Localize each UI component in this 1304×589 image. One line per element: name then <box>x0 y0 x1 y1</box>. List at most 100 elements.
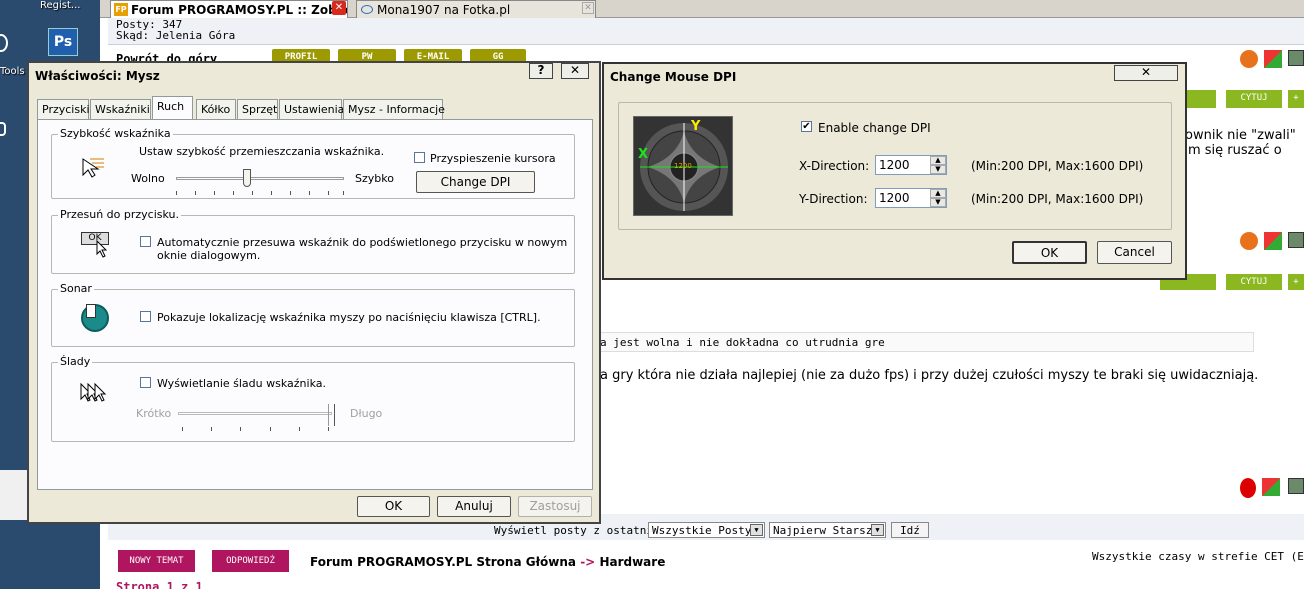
mouse-dpi-image: Y X 1200 <box>633 116 733 216</box>
tab-fotka-label: Mona1907 na Fotka.pl <box>377 3 511 17</box>
firefox-icon-2 <box>1240 232 1258 250</box>
dpi-ok-button[interactable]: OK <box>1012 241 1087 264</box>
monitor-icon-2 <box>1288 232 1304 248</box>
breadcrumb-separator: -> <box>580 555 596 569</box>
posts-order-select[interactable]: Najpierw Starsze ▼ <box>769 522 886 538</box>
plus-icon[interactable]: + <box>1288 90 1304 108</box>
photoshop-icon[interactable]: Ps <box>48 28 78 56</box>
browser-tab-forum[interactable]: FP Forum PROGRAMOSY.PL :: Zobacz... <box>110 0 348 18</box>
sonar-icon <box>81 304 109 332</box>
post-snippet-1: rownik nie "zwali" <box>1180 128 1296 143</box>
spin-up-icon[interactable]: ▲ <box>930 189 946 198</box>
speed-slider-track[interactable] <box>176 177 344 180</box>
apply-button[interactable]: Zastosuj <box>518 496 592 517</box>
trails-slider-thumb[interactable] <box>328 404 335 426</box>
desktop-tools-label[interactable]: Tools <box>0 66 25 77</box>
new-topic-button[interactable]: NOWY TEMAT <box>118 550 195 572</box>
sonar-group: Sonar Pokazuje lokalizację wskaźnika mys… <box>51 282 575 347</box>
posts-order-value: Najpierw Starsze <box>773 524 879 537</box>
quote-text: a jest wolna i nie dokładna co utrudnia … <box>600 336 885 349</box>
spin-up-icon[interactable]: ▲ <box>930 156 946 165</box>
post-snippet-2: am się ruszać o <box>1180 143 1282 158</box>
tab-close-icon-2[interactable]: ✕ <box>582 2 594 14</box>
cursor-icon <box>96 239 108 258</box>
tab-settings[interactable]: Ustawienia <box>279 99 344 119</box>
posts-range-select[interactable]: Wszystkie Posty ▼ <box>648 522 765 538</box>
x-axis-label: X <box>638 147 649 162</box>
desktop-app-icon-2[interactable] <box>0 122 6 136</box>
dpi-dialog-title: Change Mouse DPI <box>610 70 737 84</box>
tab-buttons[interactable]: Przyciski <box>37 99 90 119</box>
sonar-checkbox[interactable] <box>140 311 151 322</box>
tab-close-icon[interactable]: ✕ <box>332 1 346 15</box>
quote-button-2[interactable]: CYTUJ <box>1226 274 1282 290</box>
trails-short-label: Krótko <box>136 407 172 420</box>
center-dpi-label: 1200 <box>674 162 692 170</box>
mouse-dialog-title: Właściwości: Mysz <box>35 69 160 83</box>
y-axis-label: Y <box>691 119 701 134</box>
plus-icon-2[interactable]: + <box>1288 274 1304 290</box>
quote-button-1[interactable]: CYTUJ <box>1226 90 1282 108</box>
spin-down-icon[interactable]: ▼ <box>930 165 946 174</box>
monitor-icon <box>1288 50 1304 66</box>
desktop-app-icon[interactable] <box>0 34 8 52</box>
speed-slider-thumb[interactable] <box>243 169 251 187</box>
y-dpi-input[interactable]: 1200 ▲ ▼ <box>875 188 947 208</box>
snap-text-1: Automatycznie przesuwa wskaźnik do podśw… <box>157 236 568 249</box>
trails-group: Ślady Wyświetlanie śladu wskaźnika. Krót… <box>51 355 575 442</box>
desktop-icon-label[interactable]: Regist... <box>40 0 80 11</box>
x-direction-label: X-Direction: <box>799 159 870 173</box>
y-dpi-range: (Min:200 DPI, Max:1600 DPI) <box>971 192 1144 206</box>
x-dpi-range: (Min:200 DPI, Max:1600 DPI) <box>971 159 1144 173</box>
go-button[interactable]: Idź <box>891 522 929 538</box>
windows-icon-3 <box>1262 478 1280 496</box>
reply-button[interactable]: ODPOWIEDŹ <box>212 550 289 572</box>
x-dpi-value: 1200 <box>879 158 910 172</box>
x-dpi-input[interactable]: 1200 ▲ ▼ <box>875 155 947 175</box>
cancel-button[interactable]: Anuluj <box>437 496 511 517</box>
mouse-dialog-titlebar[interactable]: Właściwości: Mysz <box>29 63 599 89</box>
trails-slider-track[interactable] <box>178 412 332 415</box>
sonar-group-label: Sonar <box>58 282 94 295</box>
speed-description: Ustaw szybkość przemieszczania wskaźnika… <box>139 145 385 158</box>
speed-group: Szybkość wskaźnika Ustaw szybkość przemi… <box>51 127 575 199</box>
accel-checkbox[interactable] <box>414 152 425 163</box>
browser-tab-fotka[interactable]: Mona1907 na Fotka.pl <box>356 0 596 18</box>
tab-strip: Przyciski Wskaźniki Ruch Kółko Sprzęt Us… <box>37 96 597 121</box>
tab-mouse-info[interactable]: Mysz - Informacje <box>343 99 445 119</box>
trails-long-label: Długo <box>350 407 383 420</box>
close-button[interactable]: ✕ <box>1114 65 1178 81</box>
timezone-info: Wszystkie czasy w strefie CET (Europa <box>1092 550 1304 563</box>
dpi-dialog-titlebar[interactable]: Change Mouse DPI <box>604 64 1185 90</box>
speed-group-label: Szybkość wskaźnika <box>58 127 173 140</box>
dpi-cancel-button[interactable]: Cancel <box>1097 241 1172 264</box>
enable-dpi-checkbox[interactable]: ✔ <box>801 121 812 132</box>
show-posts-label: Wyświetl posty z ostatnich: <box>494 524 673 537</box>
trails-checkbox[interactable] <box>140 377 151 388</box>
trails-ticks <box>182 427 332 431</box>
firefox-icon <box>1240 50 1258 68</box>
tab-motion[interactable]: Ruch <box>152 96 193 120</box>
pointer-speed-icon <box>80 155 106 181</box>
close-button[interactable]: ✕ <box>561 63 589 79</box>
chevron-down-icon[interactable]: ▼ <box>750 524 763 536</box>
post-text: a gry która nie działa najlepiej (nie za… <box>600 368 1259 383</box>
change-dpi-button[interactable]: Change DPI <box>416 171 535 193</box>
tab-wheel[interactable]: Kółko <box>196 99 236 119</box>
snap-checkbox[interactable] <box>140 236 151 247</box>
help-button[interactable]: ? <box>529 63 553 79</box>
change-dpi-dialog: Change Mouse DPI ✕ Y X 1200 ✔ Enable cha… <box>602 62 1187 280</box>
tab-hardware[interactable]: Sprzęt <box>237 99 278 119</box>
divider <box>108 44 1304 45</box>
slow-label: Wolno <box>131 172 165 185</box>
accel-label: Przyspieszenie kursora <box>430 152 556 165</box>
breadcrumb-category-link[interactable]: Hardware <box>599 555 665 569</box>
trails-text: Wyświetlanie śladu wskaźnika. <box>157 377 326 390</box>
mouse-properties-dialog: Właściwości: Mysz ? ✕ Przyciski Wskaźnik… <box>27 61 601 524</box>
tab-pointers[interactable]: Wskaźniki <box>90 99 151 119</box>
ok-button[interactable]: OK <box>357 496 430 517</box>
breadcrumb-home-link[interactable]: Forum PROGRAMOSY.PL Strona Główna <box>310 555 576 569</box>
spin-down-icon[interactable]: ▼ <box>930 198 946 207</box>
chevron-down-icon[interactable]: ▼ <box>871 524 884 536</box>
monitor-icon-3 <box>1288 478 1304 494</box>
